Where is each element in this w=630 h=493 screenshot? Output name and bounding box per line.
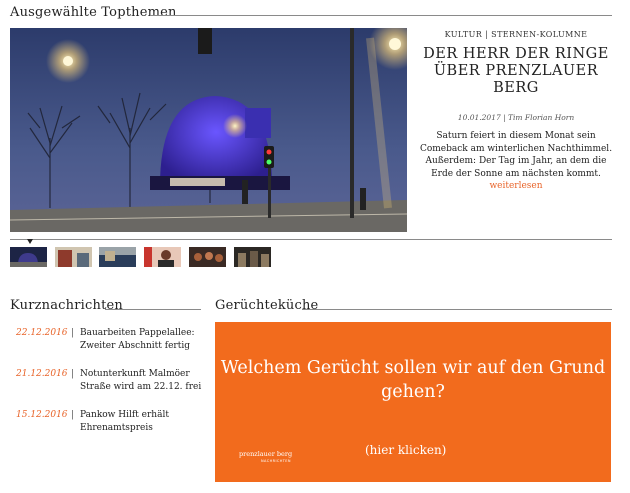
article-teaser: Saturn feiert in diesem Monat sein Comeb…	[416, 130, 616, 193]
thumbnail-3[interactable]	[99, 247, 136, 267]
section-title-geruechtekueche: Gerüchteküche	[215, 298, 319, 313]
article-byline: 10.01.2017 | Tim Florian Horn	[457, 113, 575, 122]
active-thumbnail-indicator	[27, 239, 33, 244]
section-title-kurznachrichten: Kurznachrichten	[10, 298, 123, 313]
site-logo: prenzlauer berg NACHRICHTEN	[239, 450, 321, 466]
thumbnail-1[interactable]	[10, 247, 47, 267]
news-item[interactable]: 15.12.2016 | Pankow Hilft erhält Ehrenam…	[13, 409, 203, 450]
news-link[interactable]: Notunterkunft Malmöer Straße wird am 22.…	[80, 368, 205, 393]
news-date: 21.12.2016	[16, 369, 68, 379]
site-logo-subtitle: NACHRICHTEN	[261, 459, 291, 463]
thumbnail-5[interactable]	[189, 247, 226, 267]
hero-image[interactable]	[10, 28, 407, 232]
thumbnail-4[interactable]	[144, 247, 181, 267]
click-here-link[interactable]: (hier klicken)	[365, 443, 446, 457]
news-link[interactable]: Pankow Hilft erhält Ehrenamtspreis	[80, 409, 205, 434]
article-kicker: KULTUR | STERNEN-KOLUMNE	[444, 30, 588, 39]
gossip-question: Welchem Gerücht sollen wir auf den Grund…	[220, 358, 606, 402]
divider-rule	[150, 15, 612, 16]
gossip-submit-banner[interactable]: Welchem Gerücht sollen wir auf den Grund…	[215, 322, 611, 482]
news-date: 15.12.2016	[16, 410, 68, 420]
thumbnail-6[interactable]	[234, 247, 271, 267]
news-list: 22.12.2016 | Bauarbeiten Pappelallee: Zw…	[13, 327, 203, 450]
article-headline[interactable]: DER HERR DER RINGE ÜBER PRENZLAUER BERG	[418, 46, 614, 97]
divider-rule	[10, 239, 612, 240]
divider-rule	[302, 309, 612, 310]
news-date: 22.12.2016	[16, 328, 68, 338]
thumbnail-2[interactable]	[55, 247, 92, 267]
site-logo-text: prenzlauer berg	[239, 450, 293, 458]
news-separator: |	[71, 369, 75, 379]
news-item[interactable]: 22.12.2016 | Bauarbeiten Pappelallee: Zw…	[13, 327, 203, 368]
divider-rule	[105, 309, 201, 310]
article-teaser-text: Saturn feiert in diesem Monat sein Comeb…	[419, 131, 613, 179]
news-item[interactable]: 21.12.2016 | Notunterkunft Malmöer Straß…	[13, 368, 203, 409]
section-title-topthemen: Ausgewählte Topthemen	[10, 5, 177, 20]
news-separator: |	[71, 328, 75, 338]
read-more-link[interactable]: weiterlesen	[489, 181, 542, 191]
news-separator: |	[71, 410, 75, 420]
news-link[interactable]: Bauarbeiten Pappelallee: Zweiter Abschni…	[80, 327, 205, 352]
